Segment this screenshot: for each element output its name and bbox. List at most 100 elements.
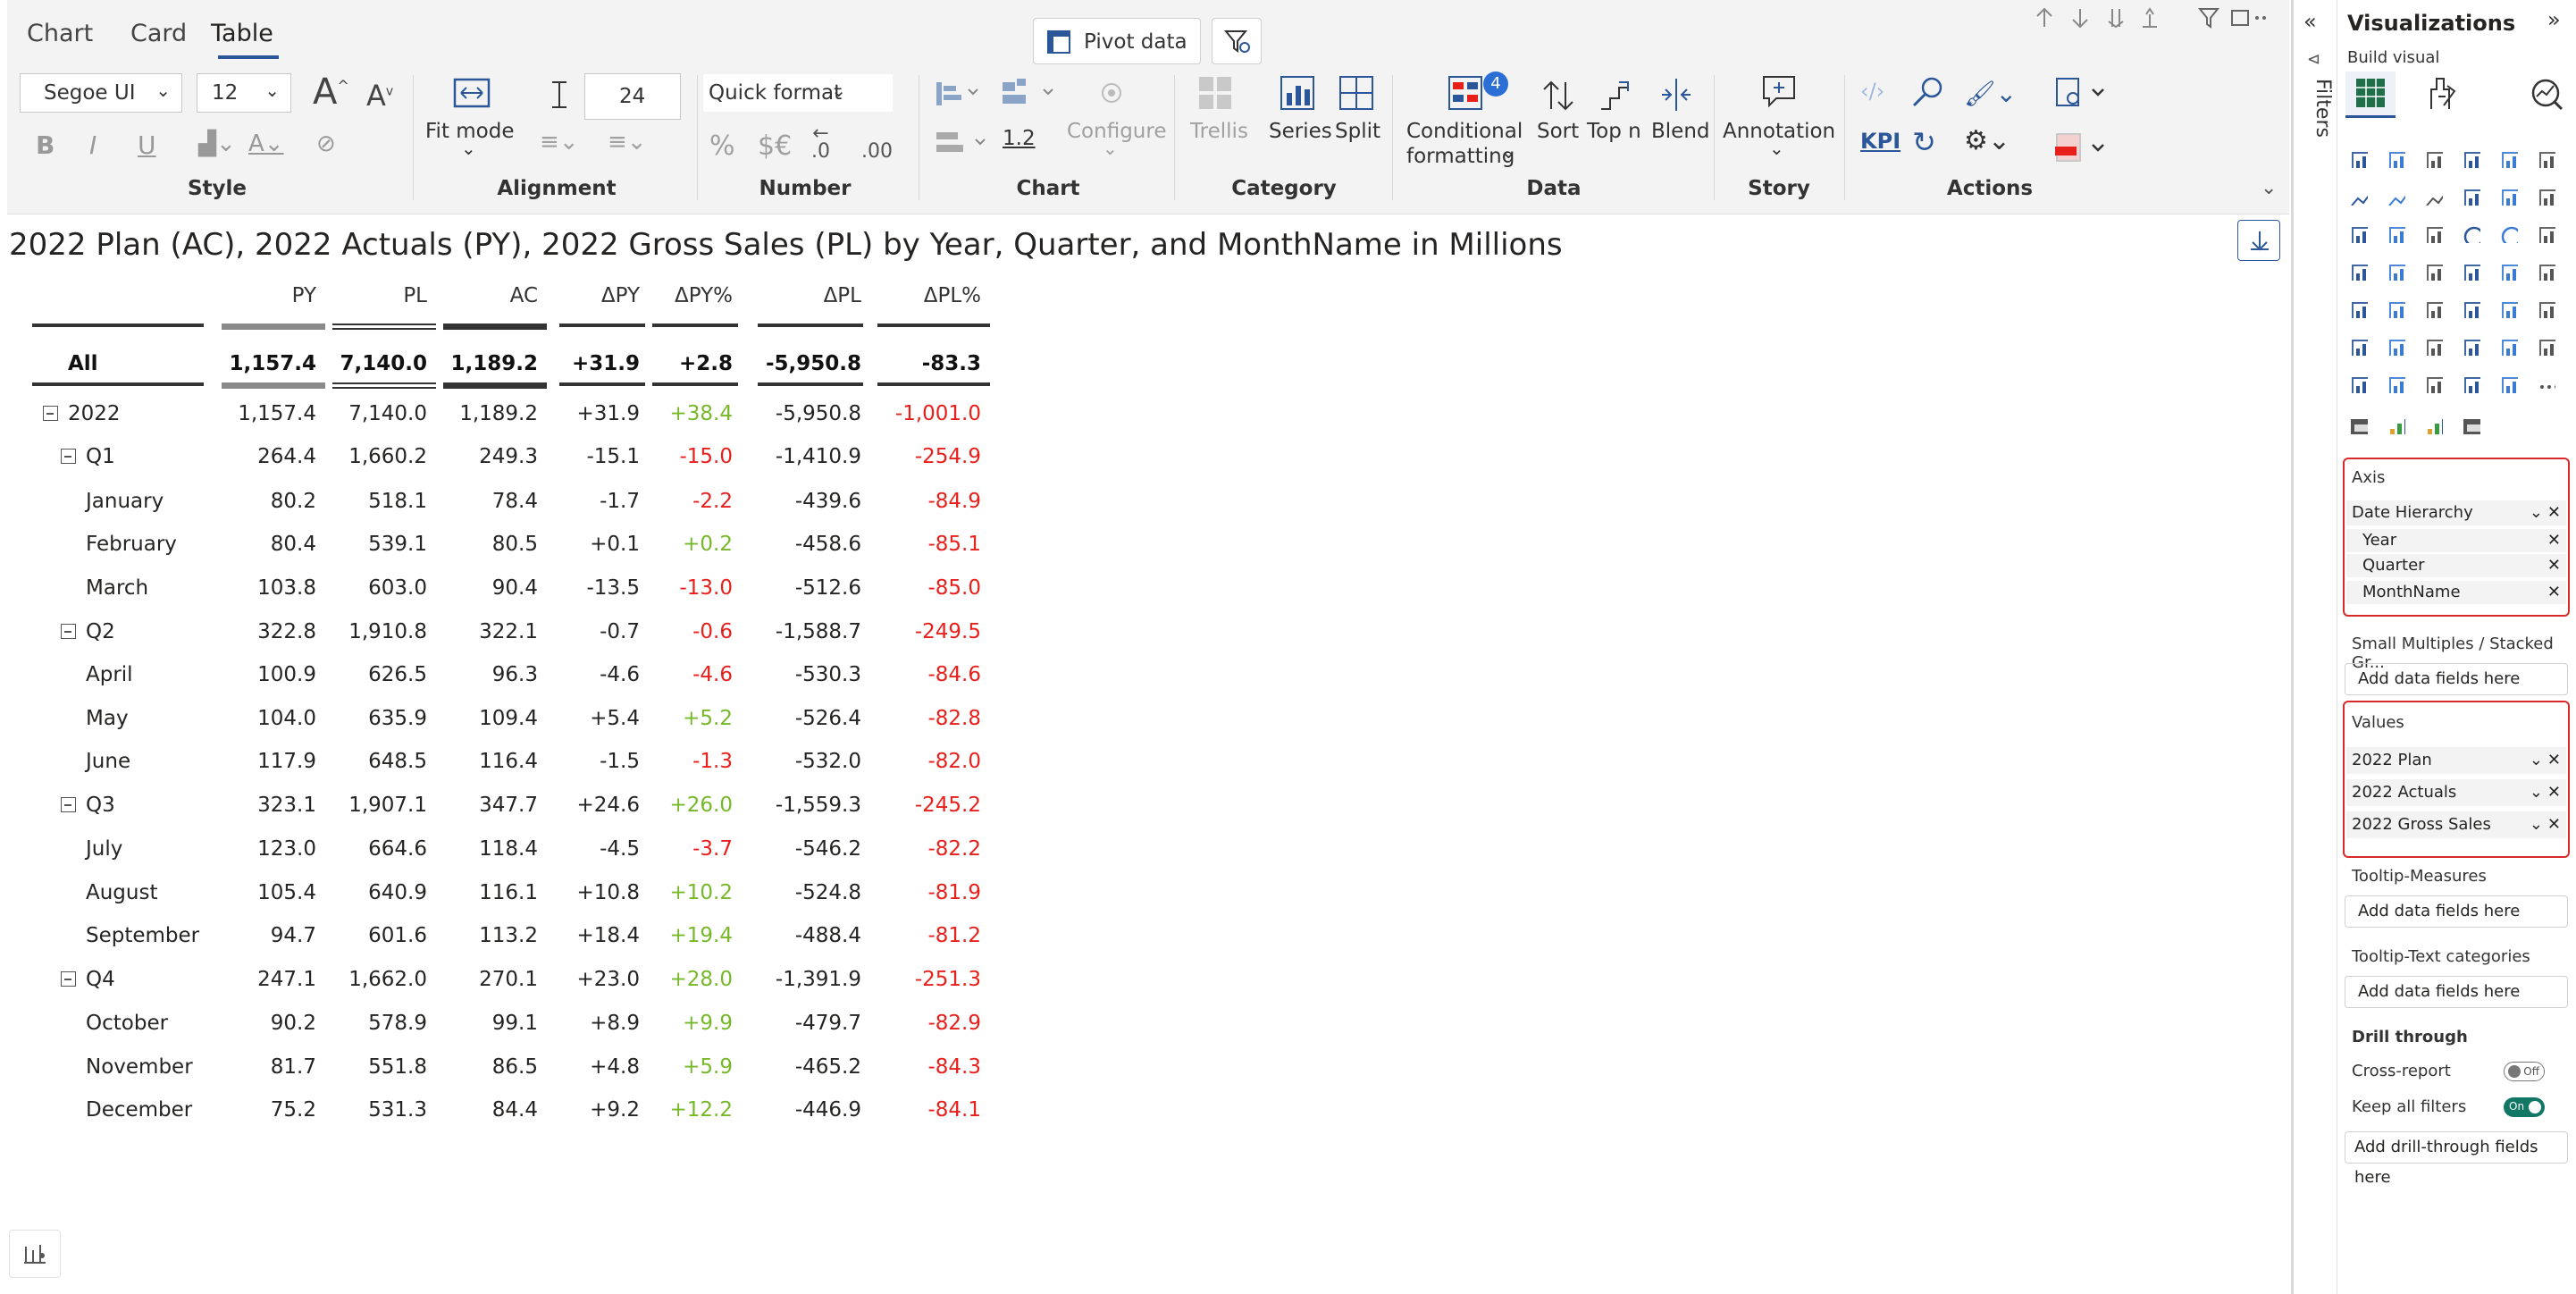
tooltip-measures-drop-zone[interactable]: Add data fields here [2345, 895, 2568, 928]
visual-settings-button[interactable] [9, 1230, 61, 1278]
search-icon[interactable] [1910, 75, 1946, 111]
slicer-icon[interactable] [2387, 300, 2405, 318]
custom-1-icon[interactable] [2350, 375, 2368, 393]
bars-a-icon[interactable] [2387, 416, 2405, 434]
visual-header-icons[interactable] [2034, 5, 2266, 30]
pivot-data-button[interactable]: Pivot data [1033, 18, 1201, 64]
format-visual-icon[interactable] [2426, 77, 2458, 111]
python-visual-icon[interactable] [2538, 300, 2555, 318]
matrix-icon[interactable] [2463, 300, 2480, 318]
font-shrink-icon[interactable]: Av [366, 79, 393, 113]
chevron-down-icon[interactable]: ⌄ [1103, 138, 1118, 159]
row-label[interactable]: October [86, 1012, 168, 1035]
row-label[interactable]: 2022 [68, 402, 121, 425]
export-icon[interactable] [2053, 75, 2116, 111]
tab-chart[interactable]: Chart [27, 20, 93, 47]
waterfall-icon[interactable] [2350, 225, 2368, 243]
expand-right-icon[interactable]: » [2547, 7, 2561, 32]
treemap-icon[interactable] [2538, 225, 2555, 243]
remove-field-icon[interactable]: ✕ [2547, 747, 2561, 774]
collapse-icon[interactable] [61, 449, 76, 464]
row-label[interactable]: May [86, 707, 129, 730]
line-clustered-icon[interactable] [2500, 188, 2518, 206]
filters-label[interactable]: Filters [2298, 79, 2334, 186]
axis-level-year[interactable]: Year ✕ [2346, 529, 2566, 552]
row-label[interactable]: All [68, 352, 98, 375]
custom-4-icon[interactable] [2463, 375, 2480, 393]
drill-button[interactable] [2237, 220, 2280, 261]
chart-layout-icons[interactable] [933, 77, 1067, 109]
clustered-bar-icon[interactable] [2425, 150, 2443, 168]
cross-report-toggle[interactable]: Off [2504, 1062, 2545, 1081]
row-label[interactable]: February [86, 533, 177, 556]
row-label[interactable]: Q2 [86, 620, 115, 643]
column-header[interactable]: PL [332, 284, 427, 307]
value-field-2022-gross-sales[interactable]: 2022 Gross Sales ⌄ ✕ [2346, 811, 2566, 838]
value-field-2022-plan[interactable]: 2022 Plan ⌄ ✕ [2346, 747, 2566, 774]
font-size-select[interactable]: 12 ⌄ [197, 73, 291, 113]
chevron-down-icon[interactable]: ⌄ [2530, 747, 2543, 774]
filters-pane[interactable]: « ⊲ Filters [2295, 0, 2337, 1294]
tab-table[interactable]: Table [211, 20, 273, 47]
row-label[interactable]: March [86, 576, 148, 600]
row-label[interactable]: April [86, 663, 133, 686]
split-button[interactable]: Split [1335, 120, 1380, 143]
stacked-bar-icon[interactable] [2350, 150, 2368, 168]
chevron-down-icon[interactable]: ⌄ [1769, 138, 1784, 159]
brush-icon[interactable]: 🖌⌄ [1964, 79, 2017, 108]
row-label[interactable]: November [86, 1055, 193, 1079]
fill-color-icon[interactable]: ▟⌄ [198, 130, 236, 157]
100-column-icon[interactable] [2538, 150, 2555, 168]
row-label[interactable]: Q3 [86, 794, 115, 817]
azure-map-icon[interactable] [2425, 263, 2443, 281]
stacked-column-icon[interactable] [2387, 150, 2405, 168]
build-visual-tab[interactable] [2345, 71, 2396, 118]
column-header[interactable]: ΔPL [758, 284, 861, 307]
scatter-icon[interactable] [2425, 225, 2443, 243]
row-label[interactable]: June [86, 750, 130, 773]
column-header[interactable]: PY [222, 284, 316, 307]
chevron-down-icon[interactable]: ⌄ [2530, 811, 2543, 838]
column-header[interactable]: ΔPY% [652, 284, 733, 307]
currency-button[interactable]: $€ [758, 130, 792, 162]
blend-button[interactable]: Blend [1651, 120, 1710, 143]
refresh-icon[interactable]: ↻ [1912, 125, 1936, 159]
donut-icon[interactable] [2500, 225, 2518, 243]
collapse-icon[interactable] [61, 971, 76, 987]
bars-b-icon[interactable] [2425, 416, 2443, 434]
qa-a-icon[interactable] [2350, 416, 2368, 434]
quick-format-select[interactable]: Quick format ⌄ [702, 73, 894, 113]
pdf-icon[interactable] [2053, 130, 2116, 166]
ribbon-icon[interactable] [2538, 188, 2555, 206]
area-icon[interactable] [2387, 188, 2405, 206]
series-button[interactable]: Series [1269, 120, 1332, 143]
qa-b-icon[interactable] [2463, 416, 2480, 434]
font-grow-icon[interactable]: A^ [313, 71, 349, 113]
code-icon[interactable]: ‹/› [1860, 79, 1884, 104]
qa-icon[interactable] [2425, 338, 2443, 356]
align-center-icon[interactable]: ≡⌄ [608, 129, 647, 155]
underline-icon[interactable]: U [138, 130, 156, 160]
chevron-down-icon[interactable]: ⌄ [461, 138, 476, 159]
axis-field-date-hierarchy[interactable]: Date Hierarchy ⌄ ✕ [2346, 500, 2566, 525]
kpi-button[interactable]: KPI [1860, 129, 1901, 154]
remove-field-icon[interactable]: ✕ [2547, 811, 2561, 838]
gauge-icon[interactable] [2463, 263, 2480, 281]
trellis-button[interactable]: Trellis [1190, 120, 1248, 143]
table-icon[interactable] [2425, 300, 2443, 318]
funnel-icon[interactable] [2387, 225, 2405, 243]
trophy-icon[interactable] [2500, 338, 2518, 356]
tab-card[interactable]: Card [130, 20, 187, 47]
analytics-icon[interactable] [2530, 77, 2563, 111]
row-label[interactable]: July [86, 837, 122, 861]
stacked-area-icon[interactable] [2425, 188, 2443, 206]
increase-decimals-button[interactable]: .00 [861, 125, 893, 162]
row-height-input[interactable]: 24 [584, 73, 681, 120]
collapse-icon[interactable] [61, 624, 76, 639]
card-icon[interactable] [2500, 263, 2518, 281]
more-icon[interactable] [2538, 375, 2555, 393]
top-n-button[interactable]: Top n [1587, 120, 1641, 143]
decomp-tree-icon[interactable] [2387, 338, 2405, 356]
scale-button[interactable]: 1.2 [1003, 127, 1036, 150]
remove-field-icon[interactable]: ✕ [2547, 779, 2561, 806]
